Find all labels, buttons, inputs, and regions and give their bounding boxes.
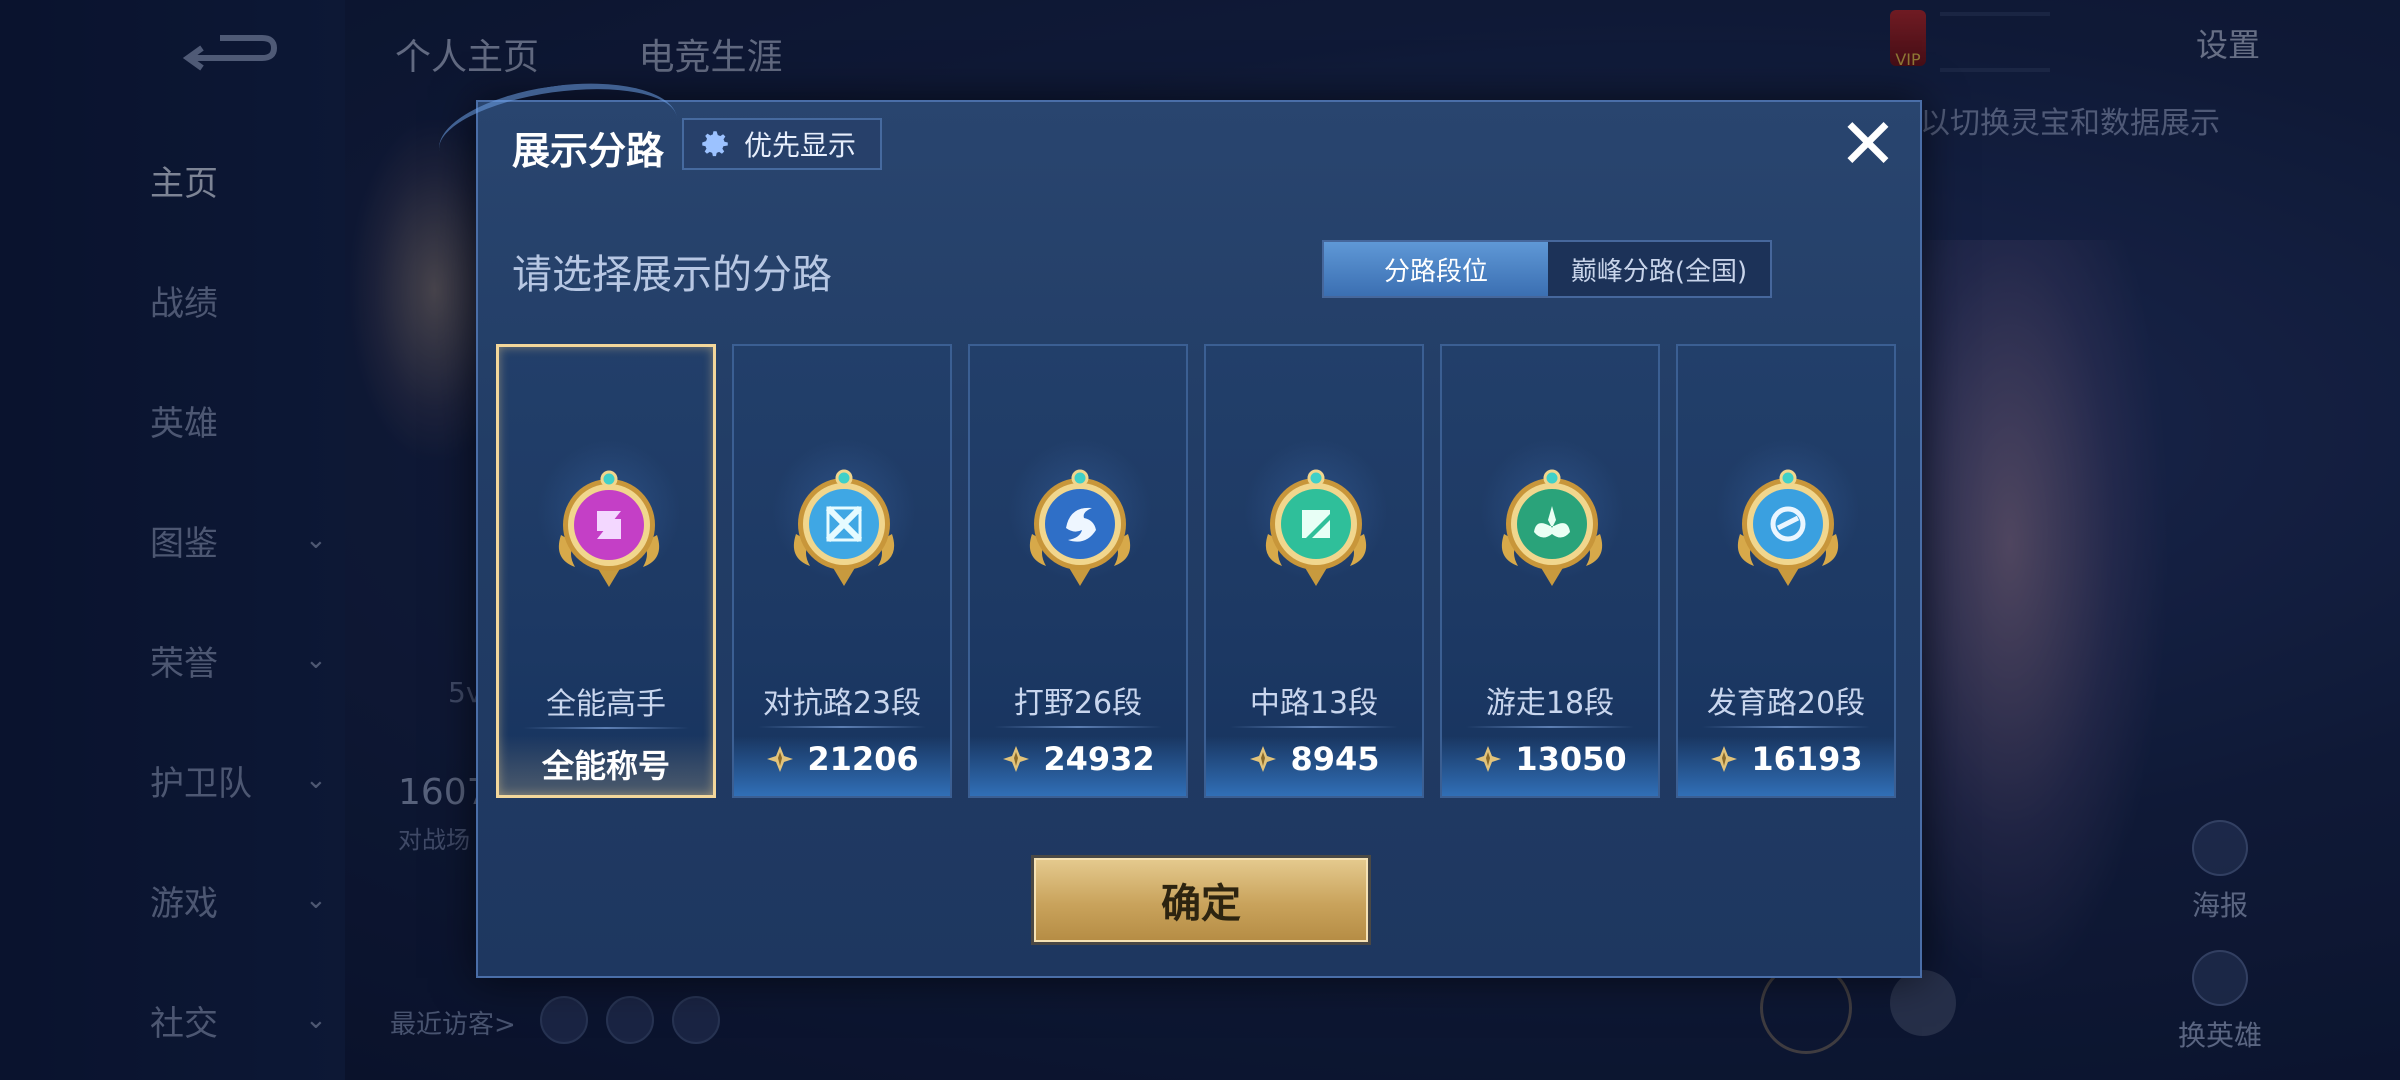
lane-medal-icon — [1029, 469, 1131, 586]
lane-card-value: 24932 — [1043, 740, 1155, 778]
lane-card[interactable]: 对抗路23段 21206 — [732, 344, 952, 798]
card-divider — [994, 726, 1162, 728]
lane-card[interactable]: 发育路20段 16193 — [1676, 344, 1896, 798]
lane-card-value-row: 13050 — [1442, 740, 1658, 778]
lane-card-name: 中路13段 — [1249, 686, 1379, 721]
card-divider — [1702, 726, 1870, 728]
close-button[interactable]: ✕ — [1836, 109, 1900, 179]
lane-medal-icon — [1501, 469, 1603, 586]
lane-card-value-row: 24932 — [970, 740, 1186, 778]
lane-mode-switch: 分路段位 巅峰分路(全国) — [1322, 240, 1772, 298]
lane-card[interactable]: 游走18段 13050 — [1440, 344, 1660, 798]
peak-score-icon — [1003, 746, 1030, 772]
lane-medal-icon — [1737, 469, 1839, 586]
card-divider — [523, 727, 689, 729]
peak-score-icon — [767, 746, 794, 772]
lane-card-name: 对抗路23段 — [762, 686, 922, 721]
card-divider — [758, 726, 926, 728]
gear-icon — [702, 131, 728, 157]
lane-card-value-row: 8945 — [1206, 740, 1422, 778]
tab-lane-rank[interactable]: 分路段位 — [1324, 242, 1548, 296]
lane-card-value: 8945 — [1290, 740, 1380, 778]
dialog-title: 展示分路 — [512, 129, 665, 173]
lane-card-value: 21206 — [807, 740, 919, 778]
lane-medal-icon — [558, 470, 660, 587]
lane-card-value-row: 21206 — [734, 740, 950, 778]
display-lane-dialog: 展示分路 优先显示 ✕ 请选择展示的分路 分路段位 巅峰分路(全国) 全能高手全… — [432, 69, 1922, 978]
lane-card-name: 游走18段 — [1485, 686, 1615, 721]
priority-display-label: 优先显示 — [744, 129, 857, 162]
card-divider — [1230, 726, 1398, 728]
lane-card-value-row: 全能称号 — [499, 741, 713, 787]
lane-card-name: 发育路20段 — [1706, 686, 1866, 721]
peak-score-icon — [1250, 746, 1277, 772]
lane-card-name: 全能高手 — [546, 687, 666, 722]
confirm-button[interactable]: 确定 — [1034, 858, 1368, 942]
lane-card-value: 全能称号 — [541, 747, 670, 785]
tab-peak-lane[interactable]: 巅峰分路(全国) — [1548, 242, 1770, 296]
lane-medal-icon — [793, 469, 895, 586]
card-divider — [1466, 726, 1634, 728]
lane-card-name: 打野26段 — [1013, 686, 1143, 721]
peak-score-icon — [1475, 746, 1502, 772]
lane-card-value: 13050 — [1515, 740, 1627, 778]
peak-score-icon — [1711, 746, 1738, 772]
dialog-subtitle: 请选择展示的分路 — [512, 252, 832, 298]
lane-card[interactable]: 中路13段 8945 — [1204, 344, 1424, 798]
lane-card[interactable]: 全能高手 全能称号 — [496, 344, 716, 798]
lane-card[interactable]: 打野26段 24932 — [968, 344, 1188, 798]
priority-display-button[interactable]: 优先显示 — [682, 118, 883, 170]
lane-card-value-row: 16193 — [1678, 740, 1894, 778]
lane-card-value: 16193 — [1751, 740, 1863, 778]
lane-medal-icon — [1265, 469, 1367, 586]
